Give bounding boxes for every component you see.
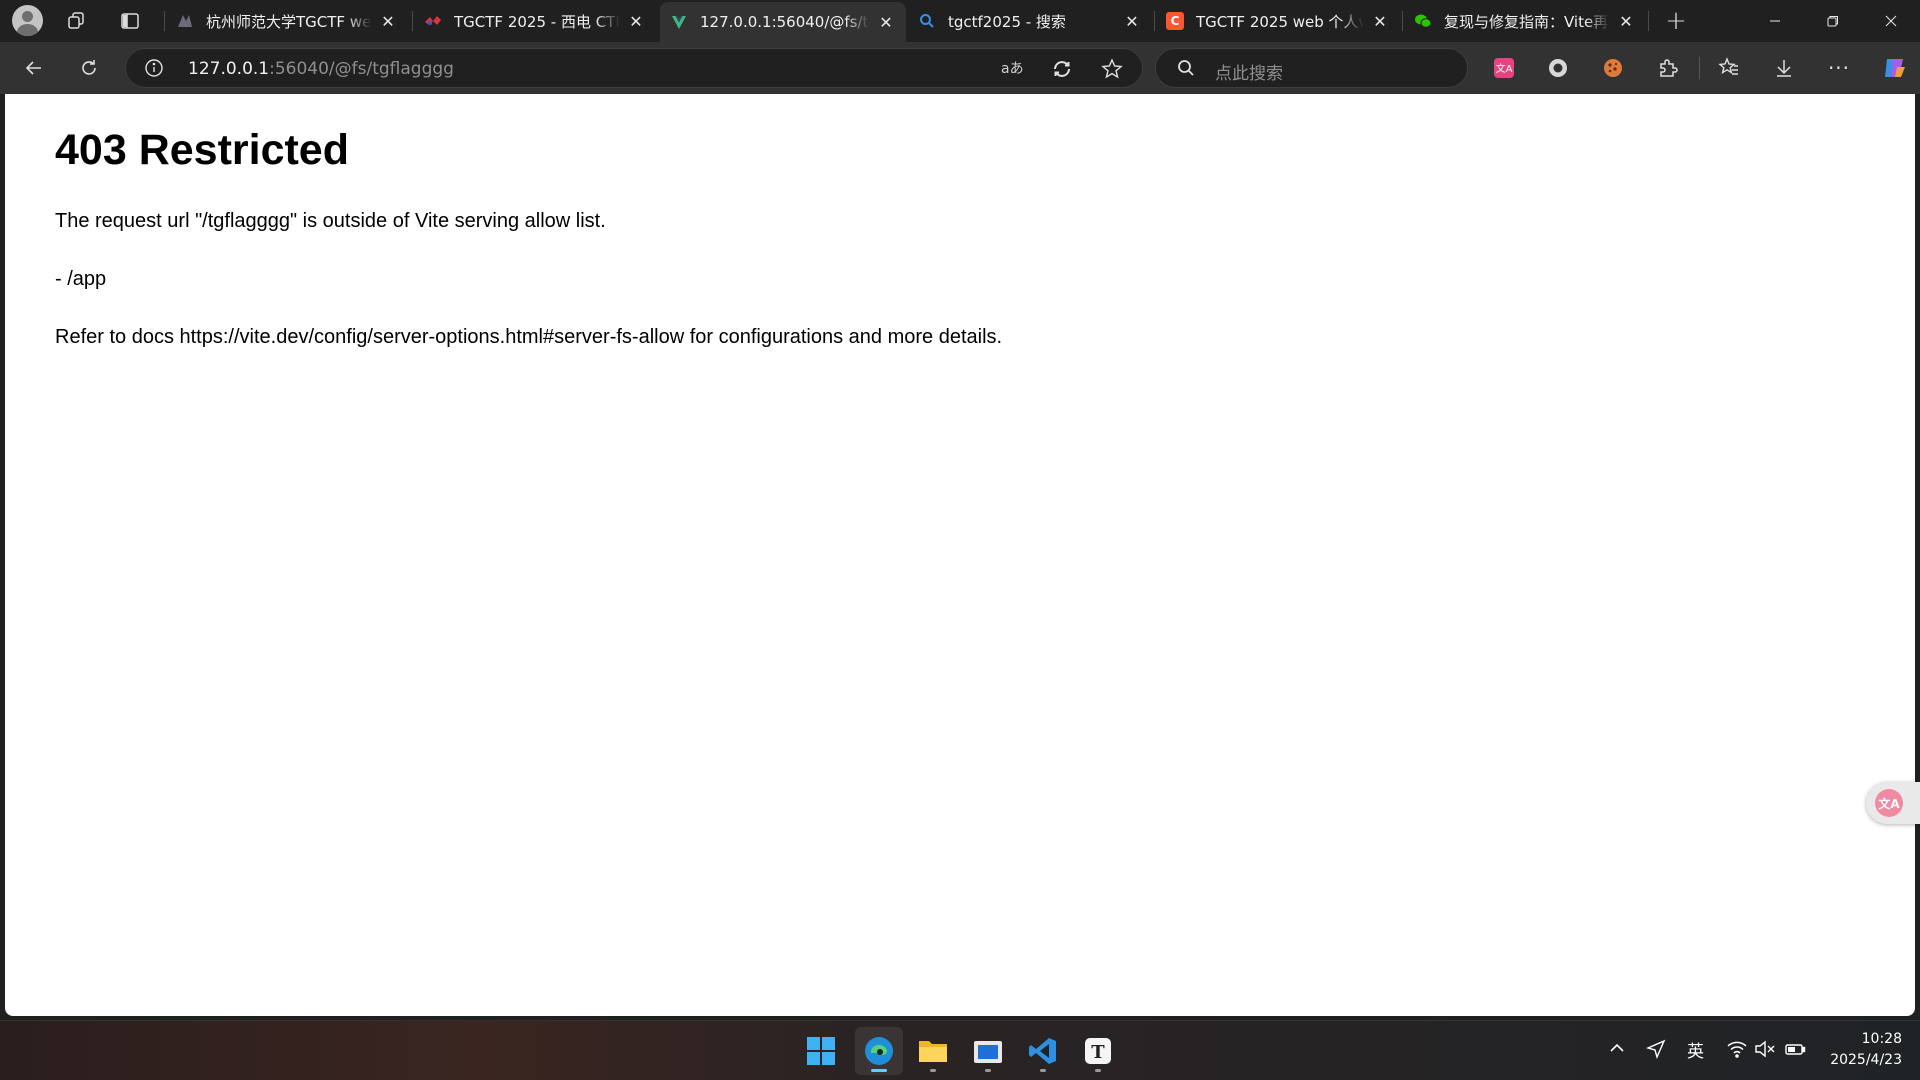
vite-favicon-icon (670, 13, 688, 31)
tab-close-icon[interactable]: ✕ (378, 12, 398, 31)
store-app-icon[interactable] (964, 1027, 1012, 1075)
workspaces-icon[interactable] (59, 4, 95, 38)
csdn-favicon-icon: C (1166, 12, 1184, 30)
address-bar[interactable]: 127.0.0.1:56040/@fs/tgflagggg aあ (125, 48, 1143, 88)
more-menu-icon[interactable]: ··· (1821, 50, 1857, 86)
svg-text:文A: 文A (1496, 62, 1513, 75)
edge-sync-icon[interactable] (1051, 58, 1073, 84)
taskbar: T 英 10:28 2025/4/23 (0, 1020, 1920, 1080)
system-clock[interactable]: 10:28 2025/4/23 (1818, 1029, 1902, 1071)
bing-search-favicon-icon (918, 12, 936, 30)
tab-title: 复现与修复指南：Vite再次 (1444, 12, 1610, 31)
tab-close-icon[interactable]: ✕ (1370, 12, 1390, 31)
docs-reference: Refer to docs https://vite.dev/config/se… (55, 326, 1003, 348)
page-heading: 403 Restricted (55, 126, 349, 174)
site-info-icon[interactable] (144, 58, 164, 82)
tab-close-icon[interactable]: ✕ (1616, 12, 1636, 31)
tab-title: 杭州师范大学TGCTF web 详解 (206, 12, 372, 31)
refresh-icon[interactable] (71, 50, 107, 86)
search-icon (1176, 58, 1196, 82)
tab-csdn-wp[interactable]: C TGCTF 2025 web 个人wp_ ✕ (1156, 4, 1400, 38)
search-box[interactable]: 点此搜索 (1155, 48, 1468, 88)
extensions-puzzle-icon[interactable] (1650, 50, 1686, 86)
edge-browser-icon[interactable] (855, 1027, 903, 1075)
floating-translate-button[interactable]: 文A (1866, 782, 1920, 824)
battery-icon[interactable] (1784, 1039, 1806, 1064)
tab-close-icon[interactable]: ✕ (1122, 12, 1142, 31)
tab-bing-search[interactable]: tgctf2025 - 搜索 ✕ (908, 4, 1152, 38)
xdsec-favicon-icon (424, 12, 442, 30)
tab-vite-restricted[interactable]: 127.0.0.1:56040/@fs/tgflagggg ✕ (660, 2, 906, 42)
cookie-extension-icon[interactable] (1595, 50, 1631, 86)
tab-title: tgctf2025 - 搜索 (948, 12, 1066, 31)
url-text[interactable]: 127.0.0.1:56040/@fs/tgflagggg (188, 59, 454, 79)
typora-icon[interactable]: T (1074, 1027, 1122, 1075)
translate-extension-icon[interactable]: 文A (1486, 50, 1522, 86)
favorite-star-icon[interactable] (1101, 58, 1123, 84)
tab-hznu-tgctf[interactable]: 杭州师范大学TGCTF web 详解 ✕ (166, 4, 408, 38)
record-extension-icon[interactable] (1540, 50, 1576, 86)
svg-text:T: T (1091, 1042, 1105, 1063)
location-icon[interactable] (1645, 1039, 1666, 1064)
tab-xdsec-tgctf[interactable]: TGCTF 2025 - 西电 CTF 终端 ✕ (414, 4, 656, 38)
close-window-icon[interactable] (1862, 0, 1920, 42)
page-content: 403 Restricted The request url "/tgflagg… (5, 94, 1915, 1016)
start-windows-icon[interactable] (797, 1027, 845, 1075)
tgctf-favicon-icon (176, 12, 194, 30)
profile-avatar-icon[interactable] (12, 5, 43, 36)
tab-close-icon[interactable]: ✕ (876, 13, 896, 32)
wechat-favicon-icon (1414, 12, 1432, 30)
copilot-icon[interactable] (1876, 50, 1912, 86)
new-tab-plus-icon[interactable]: + (1658, 4, 1694, 38)
allow-list-entry: - /app (55, 268, 107, 290)
tab-wechat-article[interactable]: 复现与修复指南：Vite再次 ✕ (1404, 4, 1646, 38)
file-explorer-icon[interactable] (909, 1027, 957, 1075)
error-message: The request url "/tgflagggg" is outside … (55, 210, 606, 232)
input-method-indicator[interactable]: 英 (1687, 1037, 1704, 1062)
back-arrow-icon[interactable] (16, 50, 52, 86)
downloads-icon[interactable] (1766, 50, 1802, 86)
clock-date: 2025/4/23 (1830, 1052, 1902, 1068)
read-aloud-translate-icon[interactable]: aあ (1001, 58, 1024, 78)
search-placeholder: 点此搜索 (1215, 64, 1283, 84)
favorites-icon[interactable] (1711, 50, 1747, 86)
tab-strip: 杭州师范大学TGCTF web 详解 ✕ TGCTF 2025 - 西电 CTF… (0, 0, 1920, 42)
browser-toolbar: 127.0.0.1:56040/@fs/tgflagggg aあ 点此搜索 文A… (0, 42, 1920, 94)
clock-time: 10:28 (1861, 1031, 1902, 1047)
minimize-icon[interactable] (1746, 0, 1804, 42)
tab-title: TGCTF 2025 web 个人wp_ (1196, 12, 1364, 31)
restore-icon[interactable] (1804, 0, 1862, 42)
translate-icon: 文A (1875, 789, 1903, 817)
tab-close-icon[interactable]: ✕ (626, 12, 646, 31)
tab-title: TGCTF 2025 - 西电 CTF 终端 (454, 12, 620, 31)
wifi-icon[interactable] (1726, 1039, 1748, 1064)
volume-muted-icon[interactable] (1754, 1039, 1776, 1064)
vscode-icon[interactable] (1019, 1027, 1067, 1075)
vertical-tabs-icon[interactable] (112, 4, 148, 38)
tray-overflow-chevron-icon[interactable] (1608, 1039, 1626, 1062)
tab-title: 127.0.0.1:56040/@fs/tgflagggg (700, 13, 870, 31)
